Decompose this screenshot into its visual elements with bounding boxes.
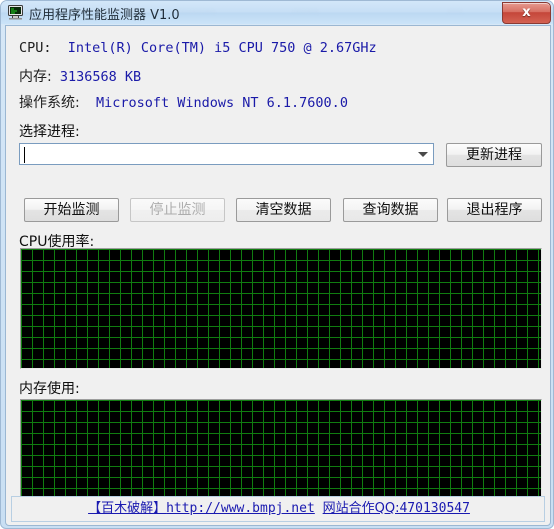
start-monitor-button[interactable]: 开始监测 (24, 198, 119, 222)
os-info-line: 操作系统: Microsoft Windows NT 6.1.7600.0 (19, 92, 348, 112)
text-caret (24, 147, 25, 163)
cpu-usage-graph (20, 248, 542, 369)
query-data-button[interactable]: 查询数据 (343, 198, 438, 222)
update-process-button[interactable]: 更新进程 (446, 143, 542, 167)
cpu-info-value: Intel(R) Core(TM) i5 CPU 750 @ 2.67GHz (67, 40, 377, 56)
close-icon: x (522, 5, 531, 20)
os-info-value: Microsoft Windows NT 6.1.7600.0 (95, 95, 348, 111)
chevron-down-icon[interactable] (418, 152, 428, 157)
cpu-info-label: CPU: (19, 40, 52, 56)
select-process-label: 选择进程: (19, 124, 80, 140)
qq-number: 470130547 (399, 501, 470, 516)
clear-data-button[interactable]: 清空数据 (236, 198, 331, 222)
website-url: http://www.bmpj.net (166, 501, 315, 516)
exit-program-button[interactable]: 退出程序 (447, 198, 542, 222)
client-area: CPU: Intel(R) Core(TM) i5 CPU 750 @ 2.67… (5, 25, 551, 526)
status-bar: 【百木破解】http://www.bmpj.net 网站合作QQ:4701305… (11, 496, 545, 522)
title-watermark-c: ···· (448, 5, 462, 18)
memory-info-value: 3136568 KB (59, 69, 142, 85)
website-link[interactable]: 【百木破解】http://www.bmpj.net 网站合作QQ:4701305… (12, 497, 546, 521)
title-watermark-a: ·········· (177, 5, 216, 19)
memory-info-label: 内存: (19, 69, 52, 85)
os-info-label: 操作系统: (19, 95, 80, 111)
qq-label: 网站合作QQ: (322, 501, 400, 516)
close-button[interactable]: x (502, 2, 551, 24)
stop-monitor-button: 停止监测 (130, 198, 225, 222)
cpu-info-line: CPU: Intel(R) Core(TM) i5 CPU 750 @ 2.67… (19, 40, 377, 56)
memory-usage-label: 内存使用: (19, 381, 80, 397)
memory-info-line: 内存: 3136568 KB (19, 66, 141, 86)
app-window: 应用程序性能监测器 V1.0 ·········· ······· ···· x… (0, 0, 554, 529)
brand-label: 【百木破解】 (88, 501, 167, 516)
monitor-icon (8, 5, 24, 20)
link-separator (315, 501, 323, 516)
window-title: 应用程序性能监测器 V1.0 (29, 8, 180, 23)
process-combobox[interactable] (19, 143, 434, 165)
title-bar: 应用程序性能监测器 V1.0 ·········· ······· ···· x (1, 1, 553, 24)
title-watermark-b: ······· (292, 5, 319, 19)
